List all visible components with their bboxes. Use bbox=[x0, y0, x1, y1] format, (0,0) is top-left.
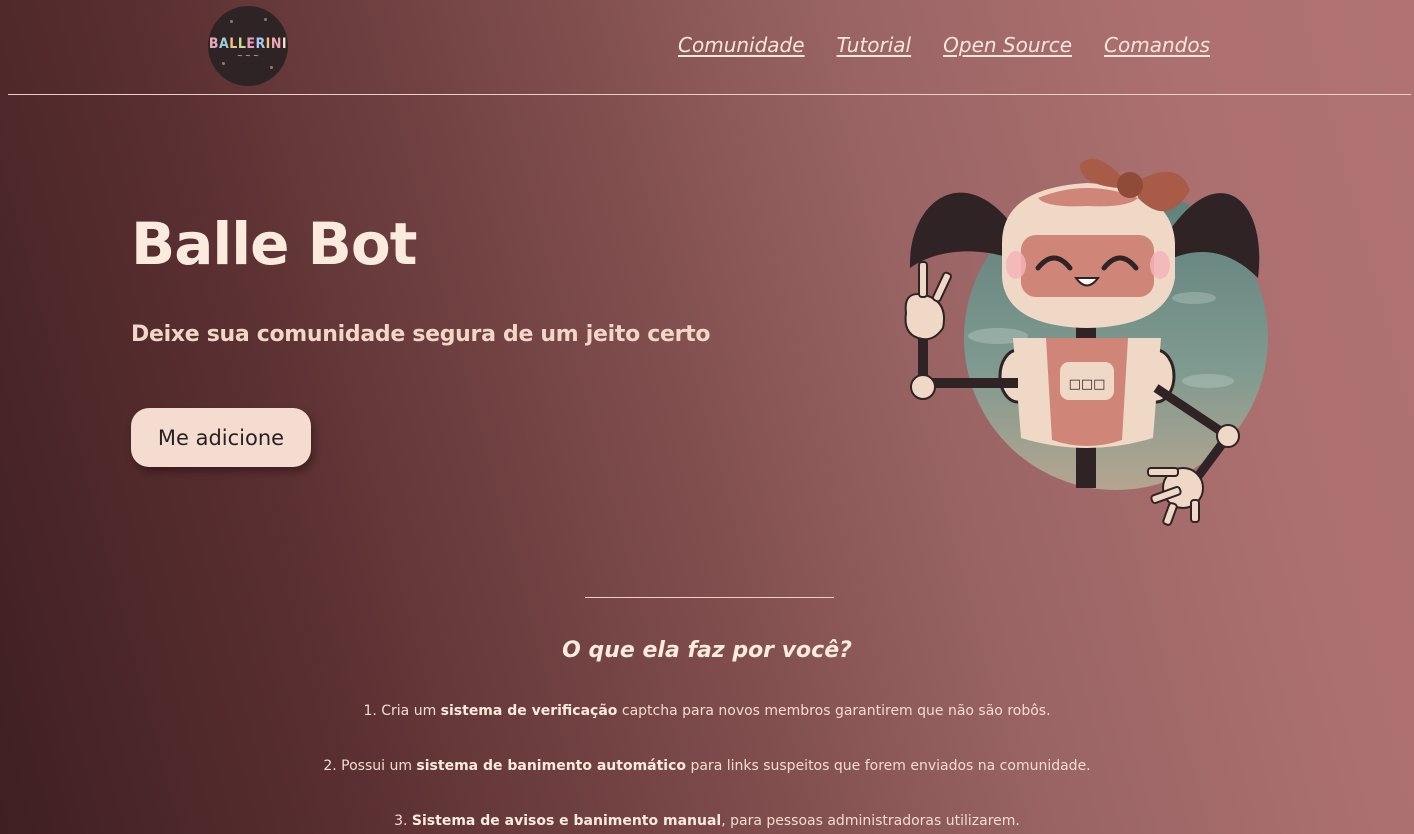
nav-link-tutorial[interactable]: Tutorial bbox=[837, 33, 912, 57]
robot-girl-illustration: □□□ bbox=[904, 158, 1268, 526]
logo-letter: B bbox=[208, 36, 220, 52]
navbar: BALLERINI ~ ~ ~ Comunidade Tutorial Open… bbox=[0, 0, 1414, 95]
logo-letter: A bbox=[219, 36, 230, 52]
logo-decor-dot bbox=[264, 18, 267, 21]
feature-item-1: 1. Cria um sistema de verificação captch… bbox=[0, 703, 1414, 719]
nav-link-comunidade[interactable]: Comunidade bbox=[678, 33, 805, 57]
robot-finger bbox=[918, 261, 928, 298]
robot-finger bbox=[1162, 502, 1178, 526]
cheek-blush bbox=[1006, 251, 1026, 279]
chest-display-text: □□□ bbox=[1069, 377, 1106, 392]
logo-letter: L bbox=[229, 36, 238, 52]
nav-link-comandos[interactable]: Comandos bbox=[1104, 33, 1210, 57]
logo-decor-dot bbox=[230, 20, 233, 23]
cloud bbox=[1172, 292, 1216, 304]
header-divider bbox=[8, 94, 1411, 95]
robot-elbow-joint bbox=[910, 374, 936, 400]
feature-text: , para pessoas administradoras utilizare… bbox=[721, 813, 1020, 829]
logo-signature: ~ ~ ~ bbox=[236, 52, 260, 60]
logo-decor-dot bbox=[270, 66, 273, 69]
robot-finger bbox=[1147, 467, 1179, 477]
hero-subtitle: Deixe sua comunidade segura de um jeito … bbox=[131, 322, 711, 347]
section-divider bbox=[585, 597, 834, 598]
logo-letter: N bbox=[270, 36, 282, 52]
feature-item-2: 2. Possui um sistema de banimento automá… bbox=[0, 758, 1414, 774]
feature-highlight: sistema de banimento automático bbox=[416, 758, 687, 774]
features-title: O que ela faz por você? bbox=[562, 638, 852, 663]
feature-text: 3. bbox=[394, 813, 412, 829]
logo-letter: R bbox=[255, 36, 266, 52]
feature-highlight: Sistema de avisos e banimento manual bbox=[411, 813, 722, 829]
nav-link-open-source[interactable]: Open Source bbox=[943, 33, 1072, 57]
feature-item-3: 3. Sistema de avisos e banimento manual,… bbox=[0, 813, 1414, 829]
ballerini-logo[interactable]: BALLERINI ~ ~ ~ bbox=[208, 6, 288, 86]
add-bot-button[interactable]: Me adicione bbox=[131, 408, 311, 467]
cheek-blush bbox=[1150, 251, 1170, 279]
robot-finger bbox=[1190, 499, 1200, 523]
robot-finger bbox=[932, 271, 952, 303]
logo-decor-dot bbox=[222, 62, 225, 65]
hero-title: Balle Bot bbox=[131, 210, 417, 278]
feature-text: 2. Possui um bbox=[323, 758, 417, 774]
cloud bbox=[1182, 374, 1234, 388]
logo-letter: I bbox=[281, 36, 288, 52]
feature-highlight: sistema de verificação bbox=[440, 703, 618, 719]
main-nav: Comunidade Tutorial Open Source Comandos bbox=[678, 33, 1210, 57]
logo-text: BALLERINI bbox=[209, 36, 287, 52]
robot-elbow-joint bbox=[1216, 424, 1240, 448]
feature-text: para links suspeitos que forem enviados … bbox=[686, 758, 1091, 774]
bow-knot bbox=[1117, 172, 1143, 198]
feature-text: 1. Cria um bbox=[363, 703, 441, 719]
feature-text: captcha para novos membros garantirem qu… bbox=[617, 703, 1051, 719]
